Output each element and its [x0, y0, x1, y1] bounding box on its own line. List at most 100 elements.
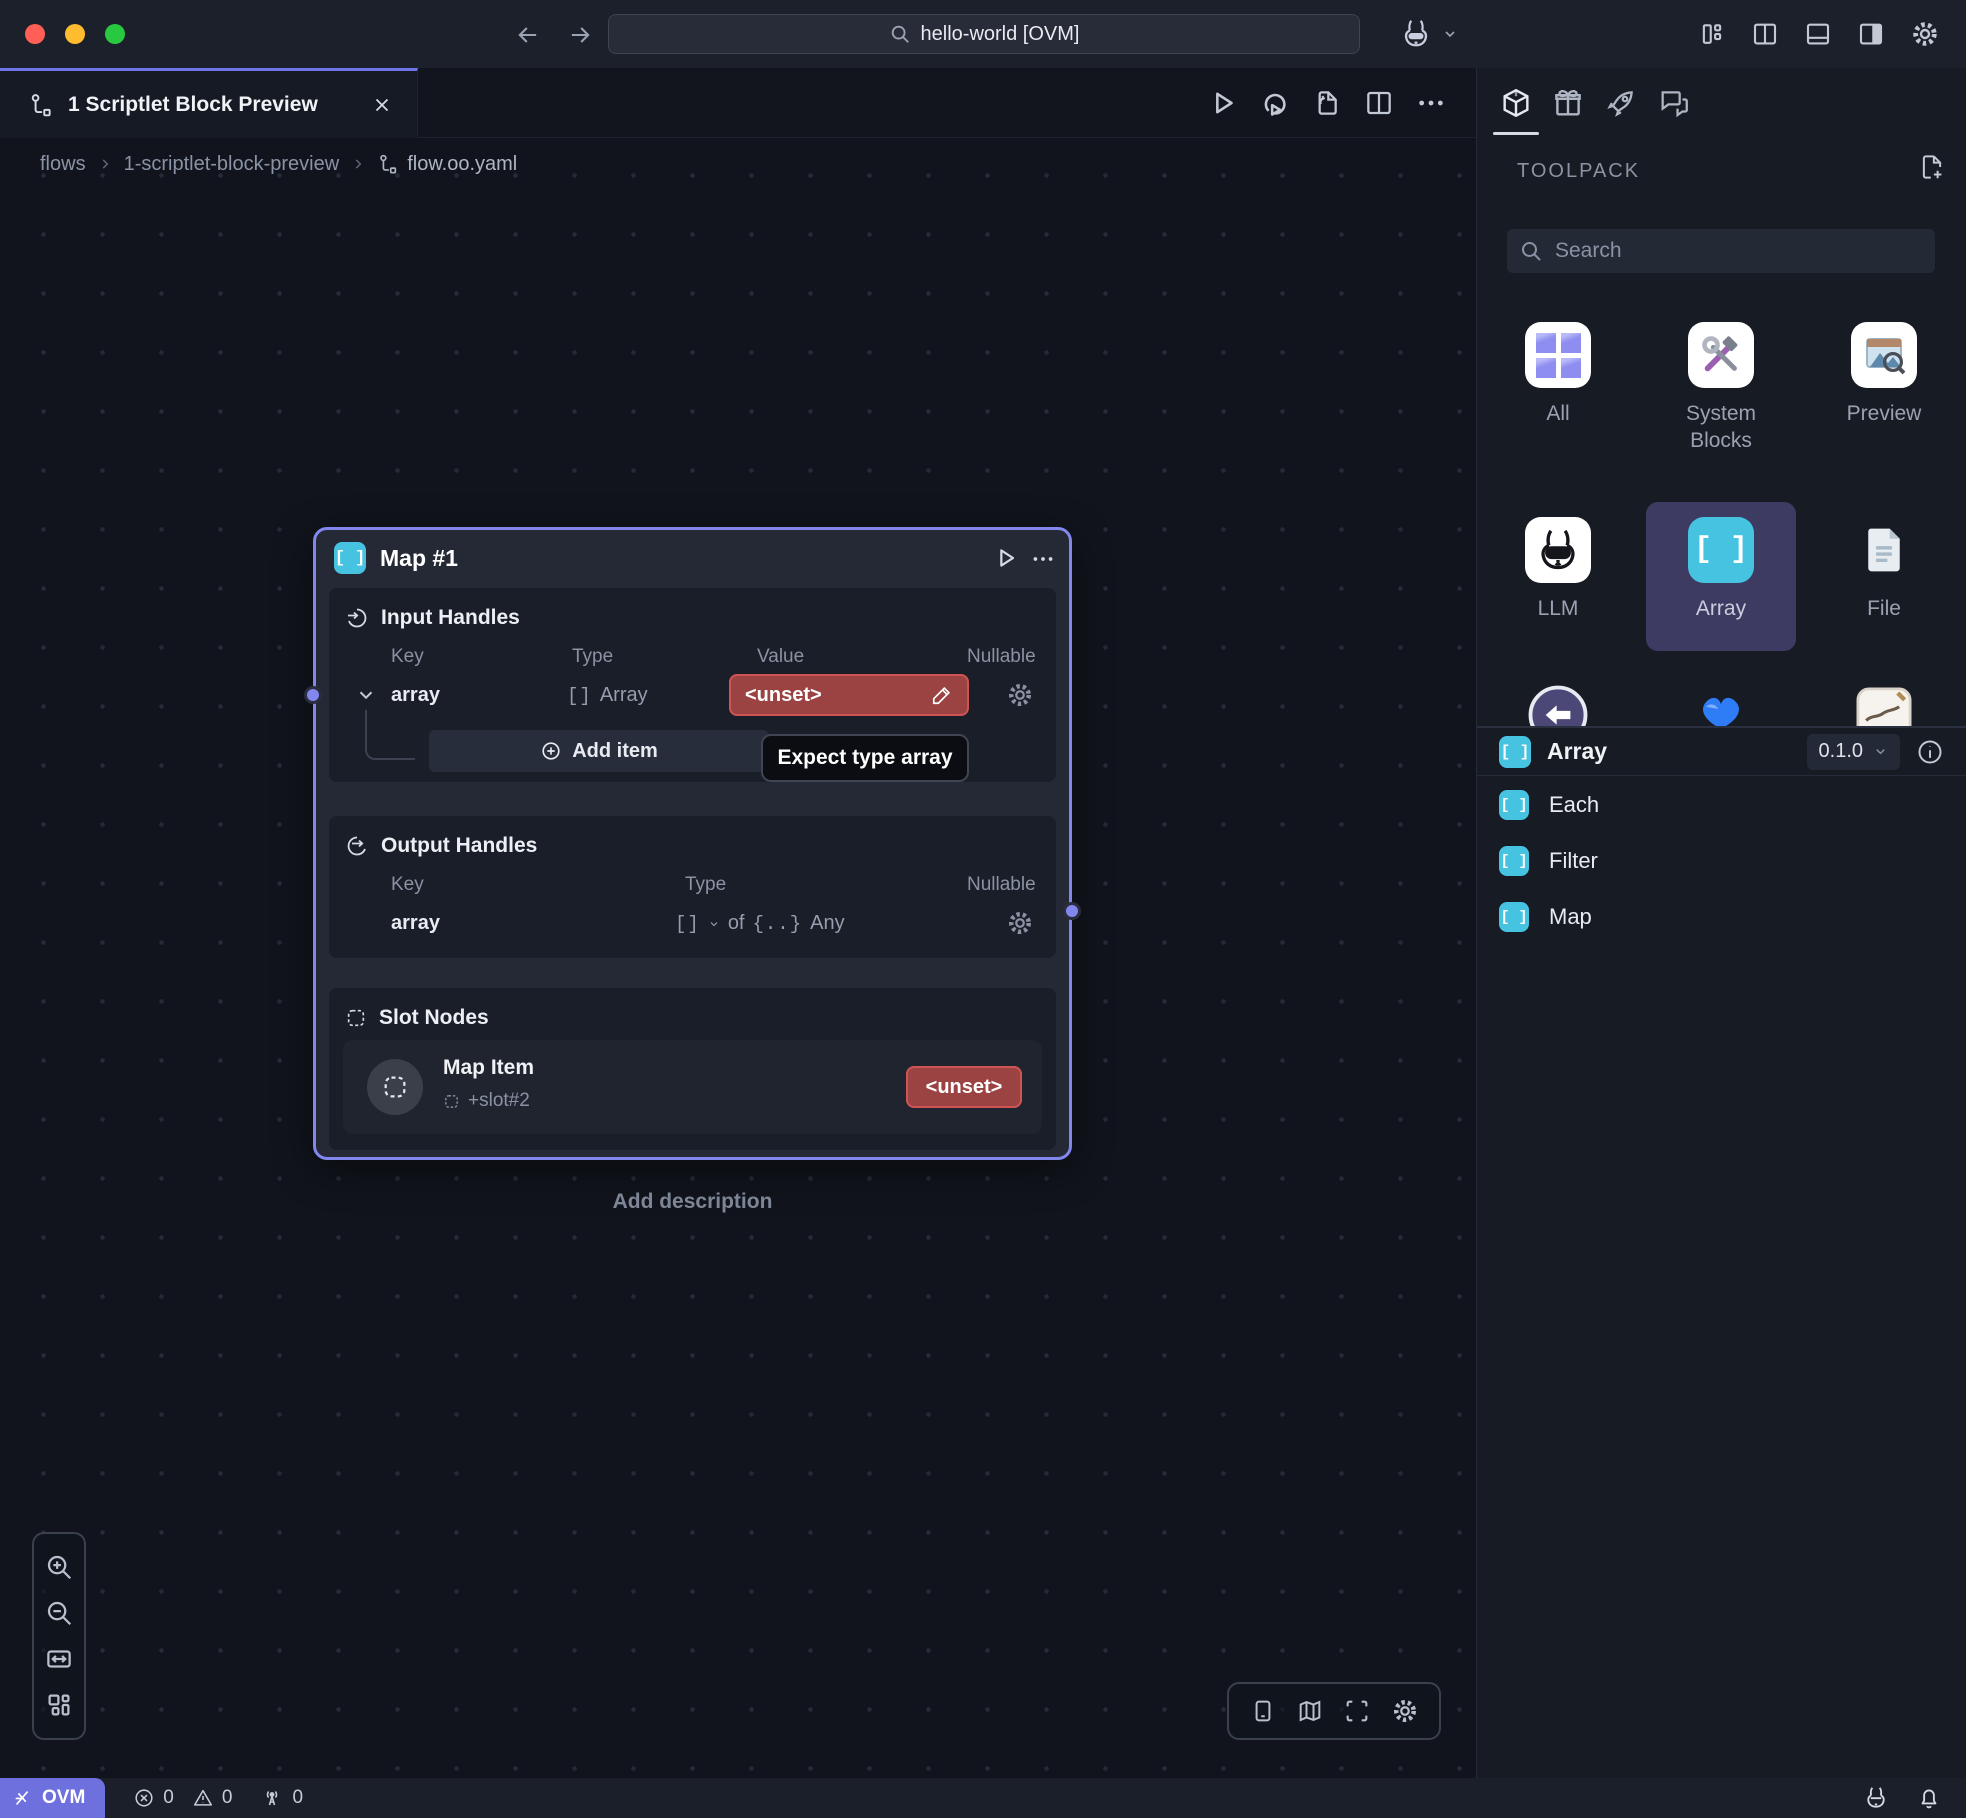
node-title: Map #1: [380, 545, 1051, 572]
extensions-gift-icon[interactable]: [1551, 86, 1585, 120]
title-bar: hello-world [OVM]: [0, 0, 1966, 68]
tab-scriptlet-block-preview[interactable]: 1 Scriptlet Block Preview: [0, 68, 418, 138]
output-row-key: array: [391, 912, 440, 935]
run-flow-button[interactable]: [1206, 68, 1240, 138]
active-tab-underline: [1493, 132, 1539, 135]
search-icon: [1519, 239, 1543, 263]
chevron-down-icon: [1442, 26, 1458, 42]
bottom-panel-icon[interactable]: [1803, 19, 1833, 49]
output-row-type[interactable]: [] of {..} Any: [675, 912, 845, 935]
add-description-button[interactable]: Add description: [313, 1190, 1072, 1214]
new-toolpack-file-plus-icon[interactable]: [1917, 152, 1947, 182]
output-row-settings-gear-icon[interactable]: [1005, 908, 1035, 938]
chevron-down-icon: [708, 918, 720, 930]
input-handles-icon: [345, 606, 369, 630]
expect-type-tooltip: Expect type array: [761, 734, 969, 782]
output-handles-section: Output Handles Key Type Nullable array […: [329, 816, 1056, 958]
tree-connector: [365, 710, 415, 760]
split-panel-icon[interactable]: [1750, 19, 1780, 49]
array-block-icon: [ ]: [334, 542, 366, 574]
breadcrumb: flows 1-scriptlet-block-preview flow.oo.…: [40, 146, 517, 182]
array-brackets-icon: [ ]: [1499, 790, 1529, 820]
slot-icon: [443, 1093, 460, 1110]
input-port-handle[interactable]: [304, 686, 322, 704]
tool-all[interactable]: All: [1483, 322, 1633, 427]
row-expand-chevron[interactable]: [355, 684, 377, 706]
tool-file[interactable]: File: [1809, 517, 1959, 622]
problems-status[interactable]: 0 0: [133, 1787, 232, 1809]
assistant-menu[interactable]: [1398, 16, 1458, 52]
array-detail-panel: [ ] Array 0.1.0 [ ] Each [ ] Fil: [1477, 726, 1966, 1778]
spark-icon: [12, 1787, 34, 1809]
search-value: hello-world [OVM]: [921, 23, 1080, 46]
array-item-each[interactable]: [ ] Each: [1499, 790, 1599, 820]
forward-icon[interactable]: [566, 21, 594, 49]
fit-view-icon[interactable]: [1343, 1697, 1371, 1725]
zoom-in-icon[interactable]: [44, 1552, 74, 1582]
panel-toggle-icon[interactable]: [1249, 1697, 1277, 1725]
slot-icon: [345, 1007, 367, 1029]
broadcast-status[interactable]: 0: [260, 1786, 303, 1810]
tool-llm[interactable]: LLM: [1483, 517, 1633, 622]
tool-preview[interactable]: Preview: [1809, 322, 1959, 427]
canvas-zoom-toolbar: [32, 1532, 86, 1740]
version-select[interactable]: 0.1.0: [1807, 734, 1900, 770]
slot-value-unset-badge[interactable]: <unset>: [906, 1066, 1022, 1108]
antenna-icon: [260, 1786, 284, 1810]
rerun-flow-button[interactable]: [1258, 68, 1292, 138]
ovm-status-button[interactable]: OVM: [0, 1778, 105, 1818]
col-nullable: Nullable: [967, 874, 1036, 896]
breadcrumb-folder[interactable]: 1-scriptlet-block-preview: [124, 153, 340, 176]
canvas-settings-gear-icon[interactable]: [1390, 1696, 1420, 1726]
export-file-button[interactable]: [1311, 68, 1343, 138]
split-editor-button[interactable]: [1363, 68, 1395, 138]
info-icon[interactable]: [1916, 738, 1944, 766]
zoom-out-icon[interactable]: [44, 1598, 74, 1628]
tab-title: 1 Scriptlet Block Preview: [68, 93, 357, 117]
input-row-settings-gear-icon[interactable]: [1005, 680, 1035, 710]
all-blocks-icon: [1525, 322, 1591, 388]
array-item-filter[interactable]: [ ] Filter: [1499, 846, 1598, 876]
col-nullable: Nullable: [967, 646, 1036, 668]
bunny-status-icon[interactable]: [1862, 1784, 1890, 1812]
output-port-handle[interactable]: [1063, 902, 1081, 920]
toolpack-tab-cube-icon[interactable]: [1499, 86, 1533, 120]
col-value: Value: [757, 646, 804, 668]
auto-layout-icon[interactable]: [44, 1690, 74, 1720]
fit-width-icon[interactable]: [44, 1644, 74, 1674]
breadcrumb-flows[interactable]: flows: [40, 153, 86, 176]
right-panel-icon[interactable]: [1856, 19, 1886, 49]
slot-map-item-card[interactable]: Map Item +slot#2 <unset>: [343, 1040, 1042, 1134]
right-sidebar: TOOLPACK All: [1477, 68, 1966, 1778]
toolpack-search-input[interactable]: [1507, 229, 1935, 273]
tab-close-icon[interactable]: [371, 94, 393, 116]
flow-canvas[interactable]: flows 1-scriptlet-block-preview flow.oo.…: [0, 138, 1476, 1778]
tool-array[interactable]: [ ] Array: [1646, 517, 1796, 622]
more-actions-button[interactable]: [1415, 68, 1447, 138]
tool-system-blocks[interactable]: System Blocks: [1646, 322, 1796, 454]
close-window-button[interactable]: [25, 24, 45, 44]
settings-gear-icon[interactable]: [1909, 18, 1941, 50]
array-item-map[interactable]: [ ] Map: [1499, 902, 1592, 932]
canvas-view-toolbar: [1227, 1682, 1441, 1740]
col-type: Type: [572, 646, 613, 668]
minimap-icon[interactable]: [1296, 1697, 1324, 1725]
map-node[interactable]: [ ] Map #1 Input Handles: [313, 527, 1072, 1160]
input-value-unset-field[interactable]: <unset>: [729, 674, 969, 716]
array-panel-title: Array: [1547, 738, 1791, 765]
add-item-button[interactable]: Add item: [429, 730, 769, 772]
back-icon[interactable]: [514, 21, 542, 49]
breadcrumb-file[interactable]: flow.oo.yaml: [377, 153, 517, 176]
maximize-window-button[interactable]: [105, 24, 125, 44]
comments-icon[interactable]: [1657, 86, 1691, 120]
search-icon: [889, 23, 911, 45]
node-run-button[interactable]: [992, 544, 1020, 572]
notifications-bell-icon[interactable]: [1916, 1785, 1942, 1811]
layout-customize-icon[interactable]: [1697, 19, 1727, 49]
slot-nodes-section: Slot Nodes Map Item +slot#2: [329, 988, 1056, 1150]
node-more-button[interactable]: [1030, 546, 1056, 572]
command-search-bar[interactable]: hello-world [OVM]: [608, 14, 1360, 54]
minimize-window-button[interactable]: [65, 24, 85, 44]
array-brackets-icon: [ ]: [1688, 517, 1754, 583]
deploy-rocket-icon[interactable]: [1604, 86, 1638, 120]
